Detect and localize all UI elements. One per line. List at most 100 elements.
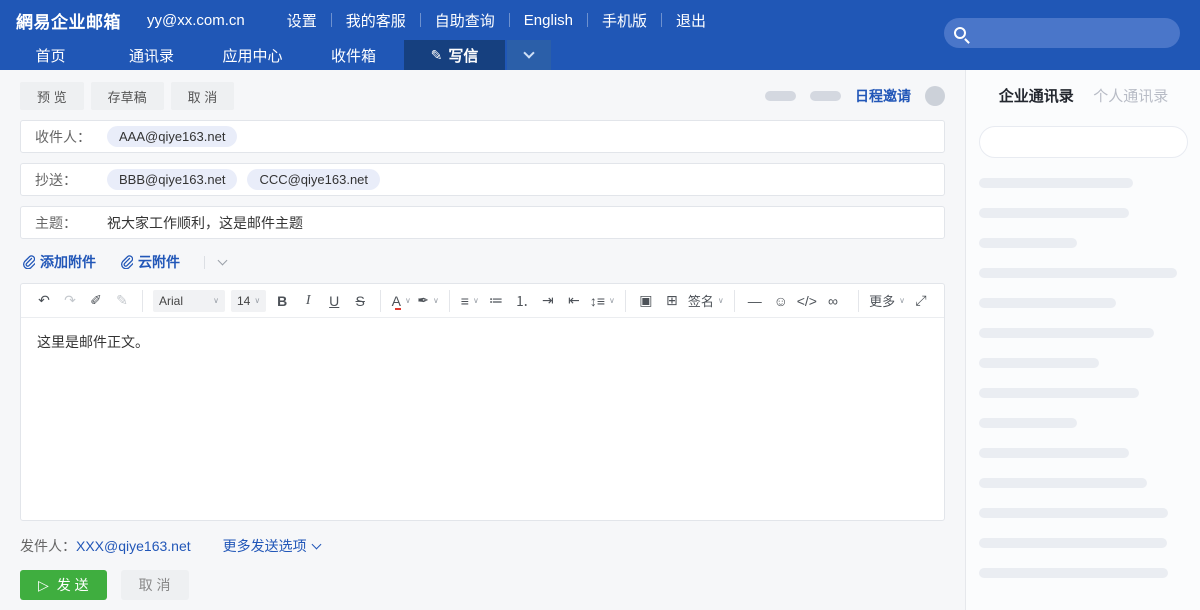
numbered-list-button[interactable]: ⒈ [512, 290, 532, 312]
skeleton-bar [979, 388, 1139, 398]
placeholder-avatar-circle [925, 86, 945, 106]
chevron-down-icon: ∨ [473, 296, 479, 305]
numbered-list-icon: ⒈ [515, 291, 529, 311]
app-header: 網易企业邮箱 yy@xx.com.cn 设置我的客服自助查询English手机版… [0, 0, 1200, 70]
recipient-pill[interactable]: CCC@qiye163.net [247, 169, 380, 190]
more-tools-button[interactable]: 更多∨ [869, 290, 905, 312]
chevron-down-icon: ∨ [213, 296, 219, 305]
bullet-list-button[interactable]: ≔ [486, 290, 506, 312]
insert-link-button[interactable]: ∞ [823, 290, 843, 312]
topbar-menu-item-2[interactable]: 我的客服 [332, 10, 420, 31]
nav-tab-label: 首页 [35, 45, 65, 66]
compose-action-row: 预 览 存草稿 取 消 日程邀请 [20, 82, 945, 110]
topbar-menu-item-4[interactable]: English [510, 12, 587, 29]
signature-button[interactable]: 签名 ∨ [688, 290, 724, 312]
fullscreen-button[interactable]: ⤢ [911, 290, 931, 312]
highlight-color-button[interactable]: ✒∨ [417, 290, 439, 312]
cc-field[interactable]: 抄送： BBB@qiye163.netCCC@qiye163.net [20, 163, 945, 196]
chevron-down-icon: ∨ [405, 296, 411, 305]
contacts-search-input[interactable] [979, 126, 1188, 158]
chevron-down-icon: ∨ [609, 296, 615, 305]
topbar-menu-item-5[interactable]: 手机版 [588, 10, 661, 31]
signature-icon: 签名 [688, 291, 714, 310]
nav-tab-4[interactable]: 收件箱 [303, 40, 404, 70]
recipient-pill[interactable]: BBB@qiye163.net [107, 169, 237, 190]
skeleton-bar [979, 328, 1154, 338]
to-field[interactable]: 收件人： AAA@qiye163.net [20, 120, 945, 153]
chevron-down-icon: ∨ [899, 296, 905, 305]
nav-tab-5[interactable]: ✎写信 [404, 40, 505, 70]
skeleton-bar [979, 358, 1099, 368]
format-painter-icon: ✎ [116, 292, 128, 309]
insert-image-icon: ▣ [639, 292, 652, 309]
recipient-pill[interactable]: AAA@qiye163.net [107, 126, 237, 147]
nav-more-tabs-button[interactable] [507, 40, 551, 70]
topbar-menu-item-3[interactable]: 自助查询 [421, 10, 509, 31]
strikethrough-button[interactable]: S [350, 290, 370, 312]
clear-format-button[interactable]: ✐ [86, 290, 106, 312]
indent-button[interactable]: ⇥ [538, 290, 558, 312]
account-email[interactable]: yy@xx.com.cn [147, 12, 245, 29]
contacts-tab-1[interactable]: 企业通讯录 [999, 85, 1074, 106]
skeleton-bar [979, 448, 1129, 458]
contacts-loading-list [979, 178, 1188, 578]
chevron-down-icon: ∨ [433, 296, 439, 305]
bold-button[interactable]: B [272, 290, 292, 312]
cloud-attachment-label: 云附件 [138, 252, 180, 272]
subject-field[interactable]: 主题： 祝大家工作顺利，这是邮件主题 [20, 206, 945, 239]
topbar-menu-item-1[interactable]: 设置 [273, 10, 331, 31]
insert-table-button[interactable]: ⊞ [662, 290, 682, 312]
underline-button[interactable]: U [324, 290, 344, 312]
insert-code-button[interactable]: </> [797, 290, 817, 312]
undo-button[interactable]: ↶ [34, 290, 54, 312]
outdent-button[interactable]: ⇤ [564, 290, 584, 312]
from-address-select[interactable]: XXX@qiye163.net [76, 538, 191, 554]
font-family-button[interactable]: Arial∨ [153, 290, 225, 312]
outdent-icon: ⇤ [568, 292, 580, 309]
chevron-down-icon[interactable] [218, 256, 228, 266]
topbar-menu-item-6[interactable]: 退出 [662, 10, 720, 31]
font-color-button[interactable]: A∨ [391, 290, 411, 312]
font-size-icon: 14 [237, 294, 250, 308]
cloud-attachment-link[interactable]: 云附件 [120, 252, 180, 272]
more-send-options-label: 更多发送选项 [223, 536, 307, 556]
schedule-invite-link[interactable]: 日程邀请 [855, 86, 911, 106]
toolbar-group-1: ↶↷✐✎ [31, 290, 135, 312]
nav-tab-2[interactable]: 通讯录 [101, 40, 202, 70]
nav-tab-label: 收件箱 [331, 45, 376, 66]
fullscreen-icon: ⤢ [915, 292, 926, 309]
global-search-input[interactable] [944, 18, 1180, 48]
skeleton-bar [979, 538, 1167, 548]
italic-button[interactable]: I [298, 290, 318, 312]
line-height-button[interactable]: ↕≡∨ [590, 290, 615, 312]
font-size-button[interactable]: 14 ∨ [231, 290, 266, 312]
bold-icon: B [277, 293, 287, 309]
skeleton-bar [979, 478, 1147, 488]
nav-tab-1[interactable]: 首页 [0, 40, 101, 70]
chevron-down-icon: ∨ [718, 296, 724, 305]
topbar-menu: 设置我的客服自助查询English手机版退出 [273, 10, 720, 31]
indent-icon: ⇥ [542, 292, 554, 309]
horizontal-rule-button[interactable]: — [745, 290, 765, 312]
insert-image-button[interactable]: ▣ [636, 290, 656, 312]
strikethrough-icon: S [356, 293, 365, 309]
cancel-button-top[interactable]: 取 消 [171, 82, 235, 110]
placeholder-pill-1 [765, 91, 796, 101]
save-draft-button[interactable]: 存草稿 [91, 82, 164, 110]
toolbar-group-5: ▣ ⊞ 签名 ∨ [625, 290, 727, 312]
skeleton-bar [979, 508, 1168, 518]
email-body-input[interactable]: 这里是邮件正文。 [21, 318, 944, 520]
chevron-down-icon: ∨ [254, 296, 260, 305]
emoji-button[interactable]: ☺ [771, 290, 791, 312]
nav-tab-3[interactable]: 应用中心 [202, 40, 303, 70]
align-button[interactable]: ≡∨ [460, 290, 480, 312]
more-send-options-link[interactable]: 更多发送选项 [223, 536, 320, 556]
compose-pane: 预 览 存草稿 取 消 日程邀请 收件人： AAA@qiye163.net 抄送… [0, 70, 965, 610]
skeleton-bar [979, 268, 1177, 278]
skeleton-bar [979, 178, 1133, 188]
cancel-button-bottom[interactable]: 取 消 [121, 570, 189, 600]
send-button[interactable]: ▷ 发 送 [20, 570, 107, 600]
contacts-tab-2[interactable]: 个人通讯录 [1093, 85, 1168, 106]
preview-button[interactable]: 预 览 [20, 82, 84, 110]
add-attachment-link[interactable]: 添加附件 [22, 252, 96, 272]
